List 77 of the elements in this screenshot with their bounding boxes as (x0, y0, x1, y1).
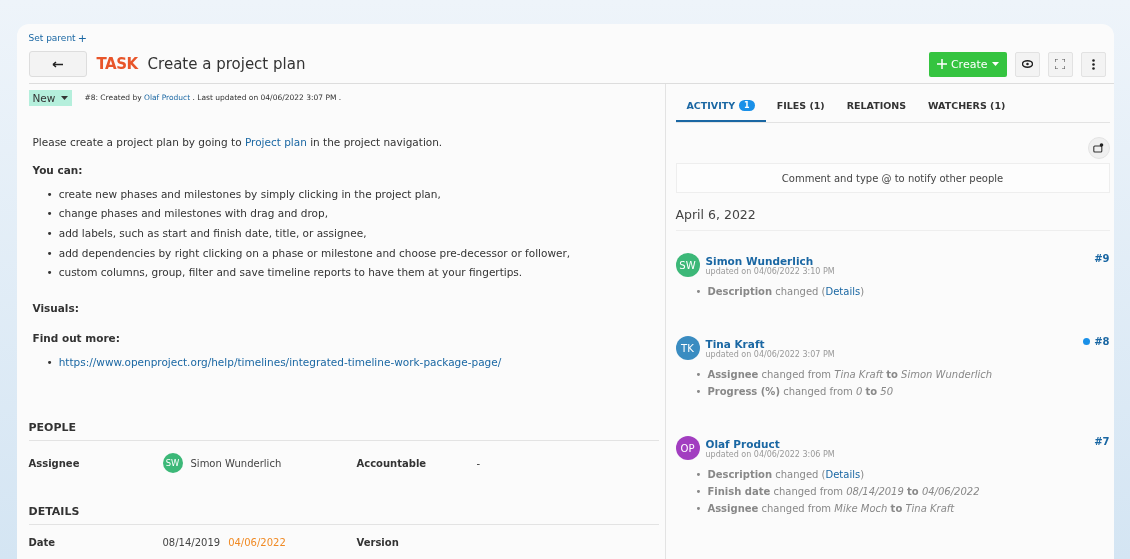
bullet-marker: • (46, 246, 53, 261)
bullet-marker: • (46, 187, 53, 202)
status-dropdown[interactable]: New (28, 90, 73, 106)
field-label: Accountable (356, 458, 428, 469)
change-entry: Assignee changed from Tina Kraft to Simon Wunderlich (707, 368, 993, 381)
updated-time: updated on 04/06/2022 3:06 PM (705, 449, 836, 459)
field-label: Assignee (28, 458, 81, 469)
work-package-title: Create a project plan (147, 55, 306, 73)
filter-button[interactable] (1087, 137, 1110, 159)
set-parent-link[interactable]: Set parent + (28, 31, 87, 45)
description-heading: Find out more: (32, 331, 121, 344)
start-date: 08/14/2019 (162, 537, 221, 549)
work-package-type: TASK (96, 55, 138, 73)
watch-button[interactable] (1014, 51, 1040, 77)
tab[interactable]: RELATIONS (835, 92, 918, 122)
bullet-marker: • (695, 368, 702, 381)
description-bullet: create new phases and milestones by simply clicking in the project plan, (58, 187, 441, 202)
section-heading: DETAILS (28, 505, 80, 519)
updated-time: updated on 04/06/2022 3:07 PM (705, 349, 836, 359)
caret-icon (991, 62, 999, 66)
back-arrow-icon (51, 60, 64, 68)
more-button[interactable] (1080, 51, 1106, 77)
tab[interactable]: ACTIVITY 1 (675, 92, 766, 122)
updated-time: updated on 04/06/2022 3:10 PM (705, 266, 836, 276)
plus-icon: + (77, 31, 87, 45)
comment-filter-icon (1093, 143, 1104, 153)
eye-icon (1021, 60, 1033, 68)
field-value: - (476, 458, 482, 469)
section-heading: PEOPLE (28, 421, 76, 435)
field-label: Version (356, 537, 400, 549)
bullet-marker: • (695, 285, 702, 298)
finish-date: 04/06/2022 (228, 537, 286, 549)
details-link[interactable]: Details (825, 469, 861, 480)
details-link[interactable]: Details (825, 286, 861, 297)
avatar: OP (675, 436, 700, 460)
description-heading: Visuals: (32, 301, 80, 314)
avatar: TK (675, 336, 700, 360)
description-bullet: change phases and milestones with drag and drop, (58, 207, 329, 221)
activity-date: April 6, 2022 (675, 193, 1110, 231)
change-entry: Progress (%) changed from 0 to 50 (707, 385, 894, 398)
avatar: SW (675, 253, 700, 277)
description-paragraph: Please create a project plan by going to Project plan in the project navigation. (32, 136, 444, 150)
fullscreen-icon (1055, 59, 1065, 69)
help-link[interactable]: https://www.openproject.org/help/timelines/integrated-timeline-work-package-page/ (58, 355, 502, 370)
comment-field[interactable]: Comment and type @ to notify other people (675, 163, 1110, 193)
user-link[interactable]: Olaf Product (705, 437, 1089, 450)
description-bullet: add dependencies by right clicking on a phase or milestone and choose pre-decessor or follower, (58, 246, 571, 261)
activity-number[interactable]: #8 (1094, 336, 1110, 347)
activity-number[interactable]: #9 (1094, 253, 1110, 264)
description-heading: You can: (32, 163, 84, 176)
bullet-marker: • (46, 355, 53, 370)
assignee-name: Simon Wunderlich (190, 458, 282, 469)
field-label: Date (28, 537, 57, 549)
bullet-marker: • (695, 385, 702, 398)
bullet-marker: • (46, 266, 53, 280)
change-entry: Description changed (Details) (707, 468, 865, 481)
caret-icon (61, 96, 69, 100)
activity-number[interactable]: #7 (1094, 436, 1110, 447)
user-link[interactable]: Simon Wunderlich (705, 254, 1089, 267)
plus-icon (936, 59, 947, 69)
project-plan-link[interactable]: Project plan (244, 136, 307, 148)
description-bullet: add labels, such as start and finish date, title, or assignee, (58, 226, 367, 241)
change-entry: Description changed (Details) (707, 285, 865, 298)
bullet-marker: • (46, 207, 53, 221)
bullet-marker: • (695, 468, 702, 481)
change-entry: Assignee changed from Mike Moch to Tina Kraft (707, 502, 955, 515)
count-badge: 1 (739, 100, 755, 111)
description-bullet: custom columns, group, filter and save timeline reports to have them at your fingertips. (58, 266, 523, 280)
bullet-marker: • (695, 502, 702, 515)
user-link[interactable]: Tina Kraft (705, 337, 1078, 350)
more-icon (1091, 58, 1095, 70)
tab[interactable]: WATCHERS (1) (917, 92, 1017, 122)
change-entry: Finish date changed from 08/14/2019 to 04/06/2022 (707, 485, 980, 498)
bullet-marker: • (46, 226, 53, 241)
tab[interactable]: FILES (1) (765, 92, 836, 122)
avatar: SW (162, 453, 183, 474)
bullet-marker: • (695, 485, 702, 498)
